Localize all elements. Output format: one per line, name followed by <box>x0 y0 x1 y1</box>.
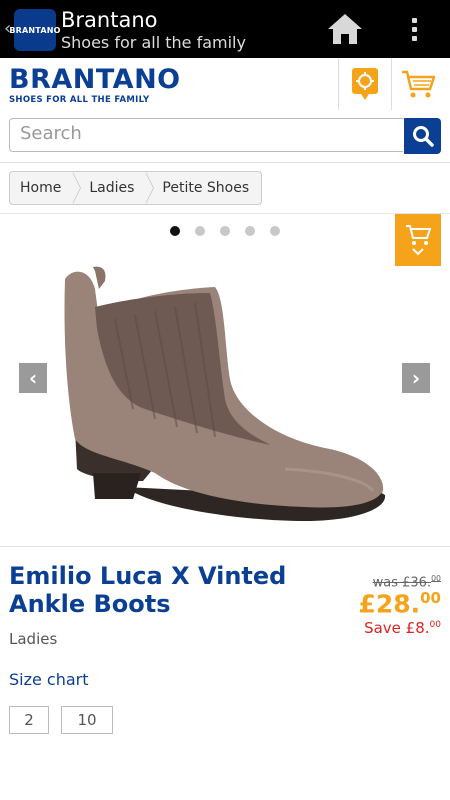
cart-icon <box>402 70 435 98</box>
chevron-down-icon <box>412 248 424 256</box>
search-icon <box>412 126 434 147</box>
home-icon[interactable] <box>326 12 364 46</box>
was-price: was £36.00 <box>373 574 441 590</box>
size-options: 2 10 <box>9 706 113 734</box>
app-title: Brantano <box>61 8 158 32</box>
save-amount-main: Save £8. <box>364 619 430 637</box>
product-category: Ladies <box>9 630 58 648</box>
breadcrumb-label: Ladies <box>89 180 135 196</box>
search-input[interactable]: Search <box>9 118 403 152</box>
cart-icon <box>406 225 431 245</box>
breadcrumb-ladies[interactable]: Ladies <box>73 172 155 204</box>
app-subtitle: Shoes for all the family <box>61 33 246 52</box>
search-button[interactable] <box>404 118 441 154</box>
site-header: BRANTANO SHOES FOR ALL THE FAMILY <box>0 58 450 111</box>
chevron-left-icon: ‹ <box>28 366 38 390</box>
product-image <box>64 266 386 521</box>
size-option[interactable]: 10 <box>61 706 113 734</box>
breadcrumb-label: Home <box>20 180 62 196</box>
gallery-pagination <box>170 226 280 236</box>
breadcrumb-home[interactable]: Home <box>10 172 82 204</box>
store-locator-button[interactable] <box>338 58 391 110</box>
brand-name: BRANTANO <box>9 64 181 95</box>
size-chart-link[interactable]: Size chart <box>9 670 89 689</box>
brand-tagline: SHOES FOR ALL THE FAMILY <box>9 95 150 105</box>
current-price: £28.00 <box>358 589 441 618</box>
search-bar: Search <box>0 110 450 163</box>
current-price-pence: 00 <box>420 589 441 607</box>
cart-button[interactable] <box>391 58 444 110</box>
save-amount: Save £8.00 <box>364 619 441 637</box>
size-option[interactable]: 2 <box>9 706 49 734</box>
search-placeholder: Search <box>20 123 82 144</box>
chevron-right-icon: › <box>411 366 421 390</box>
gallery-dot[interactable] <box>270 226 280 236</box>
gallery-dot[interactable] <box>195 226 205 236</box>
gallery-prev-button[interactable]: ‹ <box>19 363 47 393</box>
gallery-dot[interactable] <box>245 226 255 236</box>
was-price-pence: 00 <box>431 574 441 583</box>
save-amount-pence: 00 <box>429 620 441 630</box>
app-logo[interactable]: BRANTANO <box>9 9 60 51</box>
gallery-dot[interactable] <box>170 226 180 236</box>
gallery-next-button[interactable]: › <box>402 363 430 393</box>
quick-add-cart-button[interactable] <box>395 214 441 266</box>
current-price-main: £28. <box>358 589 421 619</box>
brand-logo[interactable]: BRANTANO SHOES FOR ALL THE FAMILY <box>9 64 181 106</box>
product-gallery[interactable]: ‹ › <box>0 213 450 547</box>
store-locator-icon <box>352 68 378 100</box>
breadcrumb-label: Petite Shoes <box>162 180 250 196</box>
breadcrumb: Home Ladies Petite Shoes <box>9 171 263 205</box>
breadcrumb-petite-shoes[interactable]: Petite Shoes <box>146 172 261 204</box>
product-name: Emilio Luca X Vinted Ankle Boots <box>9 562 287 618</box>
app-bar: ‹ BRANTANO Brantano Shoes for all the fa… <box>0 0 450 58</box>
app-logo-text: BRANTANO <box>9 25 61 35</box>
overflow-menu-icon[interactable] <box>404 14 424 44</box>
gallery-dot[interactable] <box>220 226 230 236</box>
section-divider <box>0 546 450 547</box>
